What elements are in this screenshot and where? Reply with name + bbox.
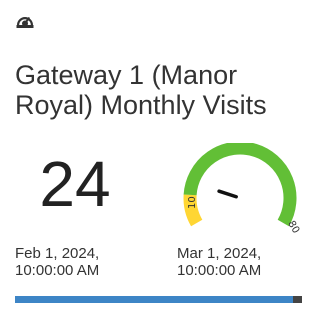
gauge-chart: 10 80 [183,143,300,233]
time-progress-fill [15,296,294,303]
current-value: 24 [39,148,111,220]
start-date: Feb 1, 2024, 10:00:00 AM [15,245,100,279]
time-progress-bar [15,296,302,303]
end-date: Mar 1, 2024, 10:00:00 AM [177,245,262,279]
gauge-high-segment [183,143,297,227]
speedometer-icon [16,17,34,28]
widget-title: Gateway 1 (Manor Royal) Monthly Visits [15,60,267,120]
gauge-min-label: 10 [187,196,198,209]
gauge-needle [217,189,238,199]
